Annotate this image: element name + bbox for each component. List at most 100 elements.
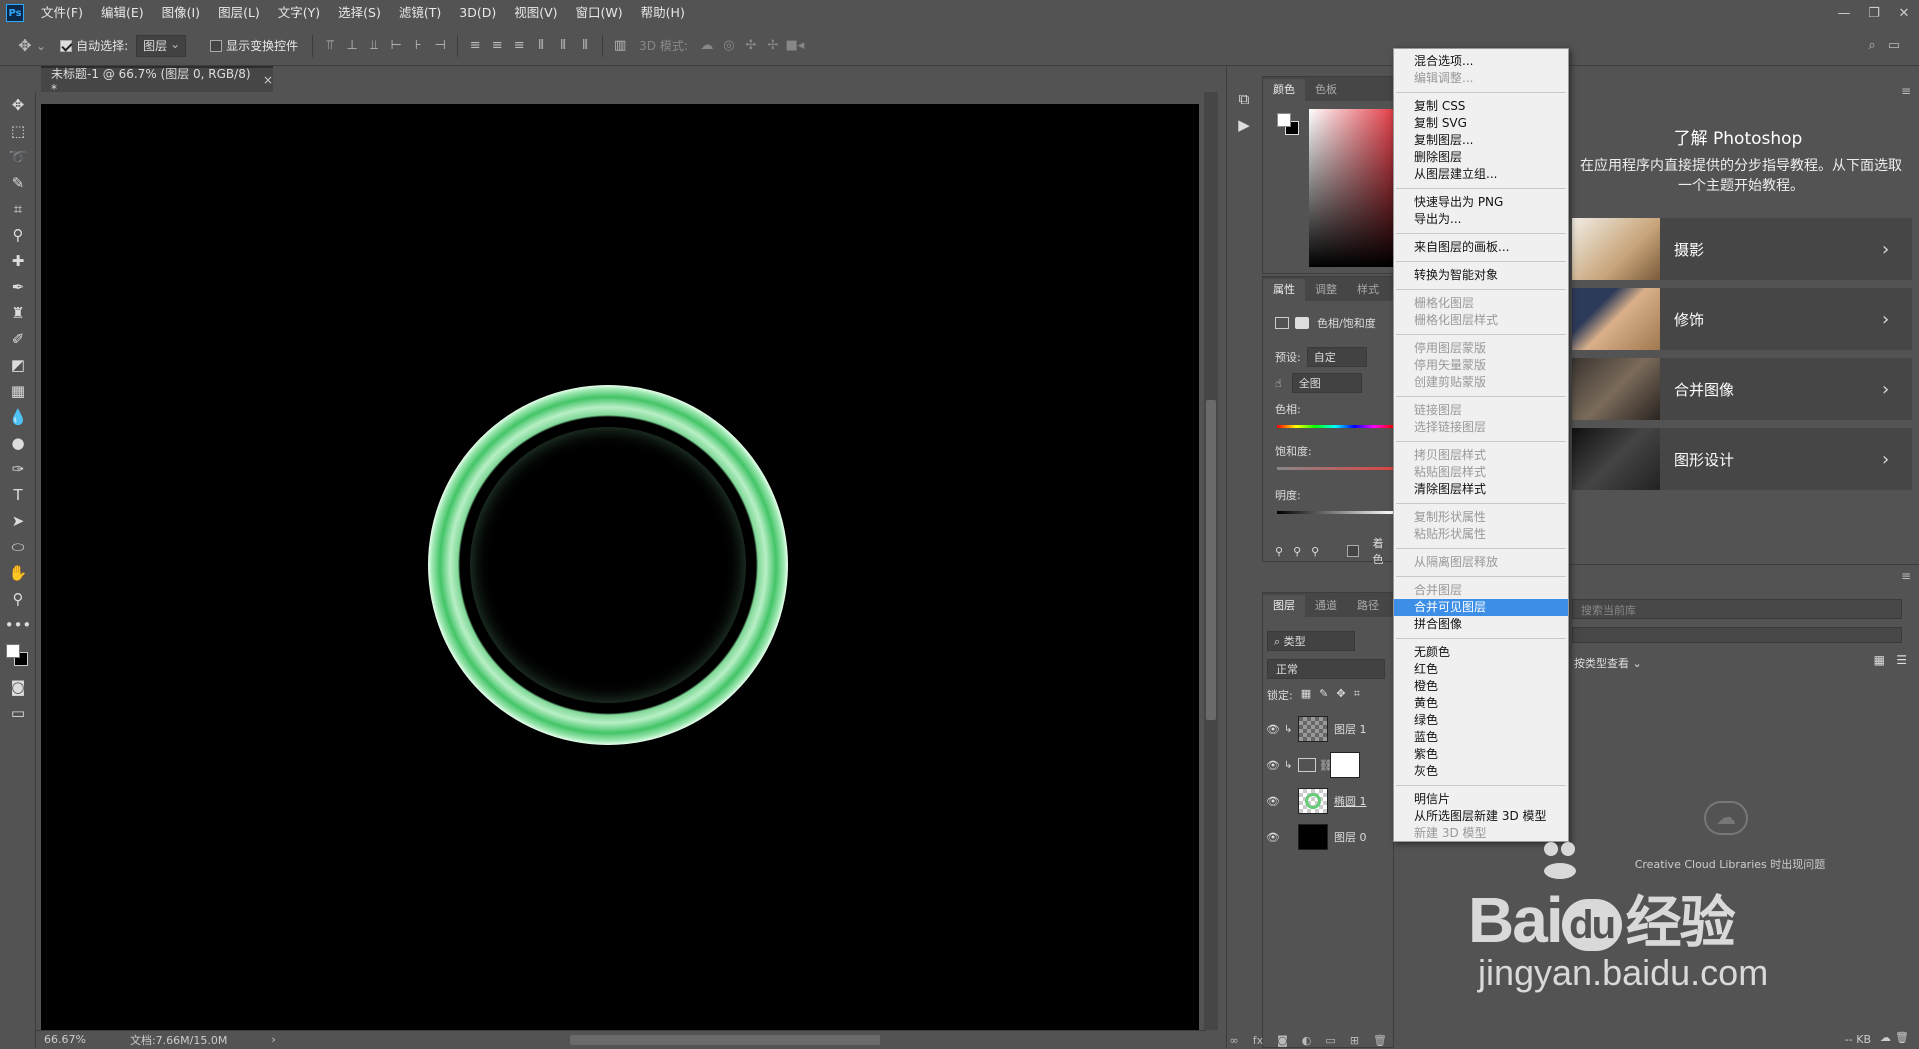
trash-icon[interactable]: 🗑 (1895, 1031, 1909, 1044)
type-tool-icon[interactable]: T (0, 482, 36, 508)
menu-select[interactable]: 选择(S) (329, 0, 390, 26)
tab-color[interactable]: 颜色 (1263, 79, 1305, 101)
menu-window[interactable]: 窗口(W) (567, 0, 632, 26)
learn-card-graphic-design[interactable]: 图形设计 › (1572, 428, 1912, 490)
search-icon[interactable]: ⌕ (1861, 35, 1883, 57)
actions-play-icon[interactable]: ▶ (1227, 112, 1261, 138)
auto-align-icon[interactable]: ▥ (609, 35, 631, 57)
3d-orbit-icon[interactable]: ☁ (696, 35, 718, 57)
path-select-tool-icon[interactable]: ➤ (0, 508, 36, 534)
blend-mode-select[interactable]: 正常 (1267, 659, 1385, 679)
adjustment-layer-icon[interactable] (1275, 317, 1289, 329)
align-left-icon[interactable]: ⊢ (385, 35, 407, 57)
context-menu-item[interactable]: 删除图层 (1394, 149, 1568, 166)
workspace-icon[interactable]: ▭ (1883, 35, 1905, 57)
hue-slider[interactable] (1277, 425, 1393, 428)
lock-position-icon[interactable]: ✥ (1336, 687, 1345, 703)
hand-tool-icon[interactable]: ✋ (0, 560, 36, 586)
context-menu-item[interactable]: 拼合图像 (1394, 616, 1568, 633)
menu-layer[interactable]: 图层(L) (209, 0, 269, 26)
color-swatches-icon[interactable] (0, 638, 36, 674)
colorize-checkbox[interactable] (1347, 545, 1359, 557)
healing-tool-icon[interactable]: ✚ (0, 248, 36, 274)
menu-filter[interactable]: 滤镜(T) (390, 0, 450, 26)
context-menu-item[interactable]: 紫色 (1394, 746, 1568, 763)
3d-roll-icon[interactable]: ◎ (718, 35, 740, 57)
quick-select-tool-icon[interactable]: ✎ (0, 170, 36, 196)
zoom-level[interactable]: 66.67% (44, 1033, 86, 1046)
blur-tool-icon[interactable]: 💧 (0, 404, 36, 430)
fg-bg-swatch[interactable] (1277, 113, 1299, 135)
preset-select[interactable]: 自定 (1306, 347, 1367, 367)
panel-menu-icon[interactable]: ≡ (1901, 84, 1911, 98)
eyedropper-tool-icon[interactable]: ⚲ (0, 222, 36, 248)
lock-paint-icon[interactable]: ✎ (1319, 687, 1328, 703)
context-menu-item[interactable]: 复制 CSS (1394, 98, 1568, 115)
context-menu-item[interactable]: 蓝色 (1394, 729, 1568, 746)
stamp-tool-icon[interactable]: ♜ (0, 300, 36, 326)
history-brush-tool-icon[interactable]: ✐ (0, 326, 36, 352)
saturation-slider[interactable] (1277, 467, 1393, 470)
add-mask-icon[interactable]: ◙ (1277, 1034, 1288, 1047)
tab-paths[interactable]: 路径 (1347, 595, 1389, 617)
eye-icon[interactable]: 👁 (1262, 831, 1284, 844)
menu-image[interactable]: 图像(I) (153, 0, 209, 26)
delete-layer-icon[interactable]: 🗑 (1373, 1034, 1387, 1047)
panel-menu-icon[interactable]: ≡ (1901, 569, 1911, 583)
3d-pan-icon[interactable]: ✣ (740, 35, 762, 57)
context-menu-item[interactable]: 明信片 (1394, 791, 1568, 808)
menu-3d[interactable]: 3D(D) (450, 0, 505, 26)
view-by-type-select[interactable]: 按类型查看 ⌄ (1574, 655, 1642, 671)
align-hcenter-icon[interactable]: ⊦ (407, 35, 429, 57)
new-adjustment-icon[interactable]: ◐ (1302, 1034, 1312, 1047)
auto-select-target-select[interactable]: 图层 (136, 34, 187, 57)
menu-help[interactable]: 帮助(H) (632, 0, 694, 26)
layer-style-icon[interactable]: fx (1253, 1034, 1263, 1047)
tab-layers[interactable]: 图层 (1263, 595, 1305, 617)
list-view-icon[interactable]: ☰ (1896, 653, 1907, 667)
new-layer-icon[interactable]: ⊞ (1350, 1034, 1359, 1047)
layer-row[interactable]: 👁 图层 0 (1262, 820, 1392, 854)
eyedropper-icon[interactable]: ⚲ (1275, 545, 1283, 558)
screen-mode-icon[interactable]: ▭ (0, 700, 36, 726)
menu-file[interactable]: 文件(F) (32, 0, 92, 26)
context-menu-item[interactable]: 转换为智能对象 (1394, 267, 1568, 284)
target-adjust-icon[interactable]: ☝ (1275, 377, 1282, 390)
channel-select[interactable]: 全图 (1291, 373, 1362, 393)
grid-view-icon[interactable]: ▦ (1874, 653, 1885, 667)
distribute-left-icon[interactable]: ⦀ (530, 35, 552, 57)
chain-link-icon[interactable]: ⛓ (1319, 759, 1333, 772)
library-select[interactable] (1572, 627, 1902, 643)
zoom-tool-icon[interactable]: ⚲ (0, 586, 36, 612)
lightness-slider[interactable] (1277, 511, 1393, 514)
tab-swatches[interactable]: 色板 (1305, 79, 1347, 101)
gradient-tool-icon[interactable]: ▦ (0, 378, 36, 404)
layer-row[interactable]: 👁 椭圆 1 (1262, 784, 1392, 818)
status-menu-arrow[interactable]: › (271, 1033, 275, 1046)
context-menu-item[interactable]: 复制 SVG (1394, 115, 1568, 132)
distribute-right-icon[interactable]: ⦀ (574, 35, 596, 57)
restore-button[interactable]: ❐ (1859, 0, 1889, 26)
learn-card-photography[interactable]: 摄影 › (1572, 218, 1912, 280)
link-layers-icon[interactable]: ∞ (1230, 1034, 1239, 1047)
distribute-hcenter-icon[interactable]: ⦀ (552, 35, 574, 57)
context-menu-item[interactable]: 混合选项... (1394, 53, 1568, 70)
context-menu-item[interactable]: 来自图层的画板... (1394, 239, 1568, 256)
auto-select-checkbox[interactable] (60, 39, 73, 52)
marquee-tool-icon[interactable]: ⬚ (0, 118, 36, 144)
menu-view[interactable]: 视图(V) (505, 0, 566, 26)
distribute-top-icon[interactable]: ≡ (464, 35, 486, 57)
context-menu-item[interactable]: 快速导出为 PNG (1394, 194, 1568, 211)
menu-type[interactable]: 文字(Y) (269, 0, 329, 26)
cloud-icon[interactable]: ☁ (1880, 1031, 1891, 1044)
context-menu-item[interactable]: 橙色 (1394, 678, 1568, 695)
tab-properties[interactable]: 属性 (1263, 279, 1305, 301)
layer-row[interactable]: 👁 ↳ ⛓ (1262, 748, 1392, 782)
lasso-tool-icon[interactable]: ➰ (0, 144, 36, 170)
tab-adjustments[interactable]: 调整 (1305, 279, 1347, 301)
minimize-button[interactable]: — (1829, 0, 1859, 26)
eye-icon[interactable]: 👁 (1262, 723, 1284, 736)
distribute-bottom-icon[interactable]: ≡ (508, 35, 530, 57)
context-menu-item[interactable]: 黄色 (1394, 695, 1568, 712)
chevron-down-icon[interactable]: ⌄ (36, 39, 46, 53)
